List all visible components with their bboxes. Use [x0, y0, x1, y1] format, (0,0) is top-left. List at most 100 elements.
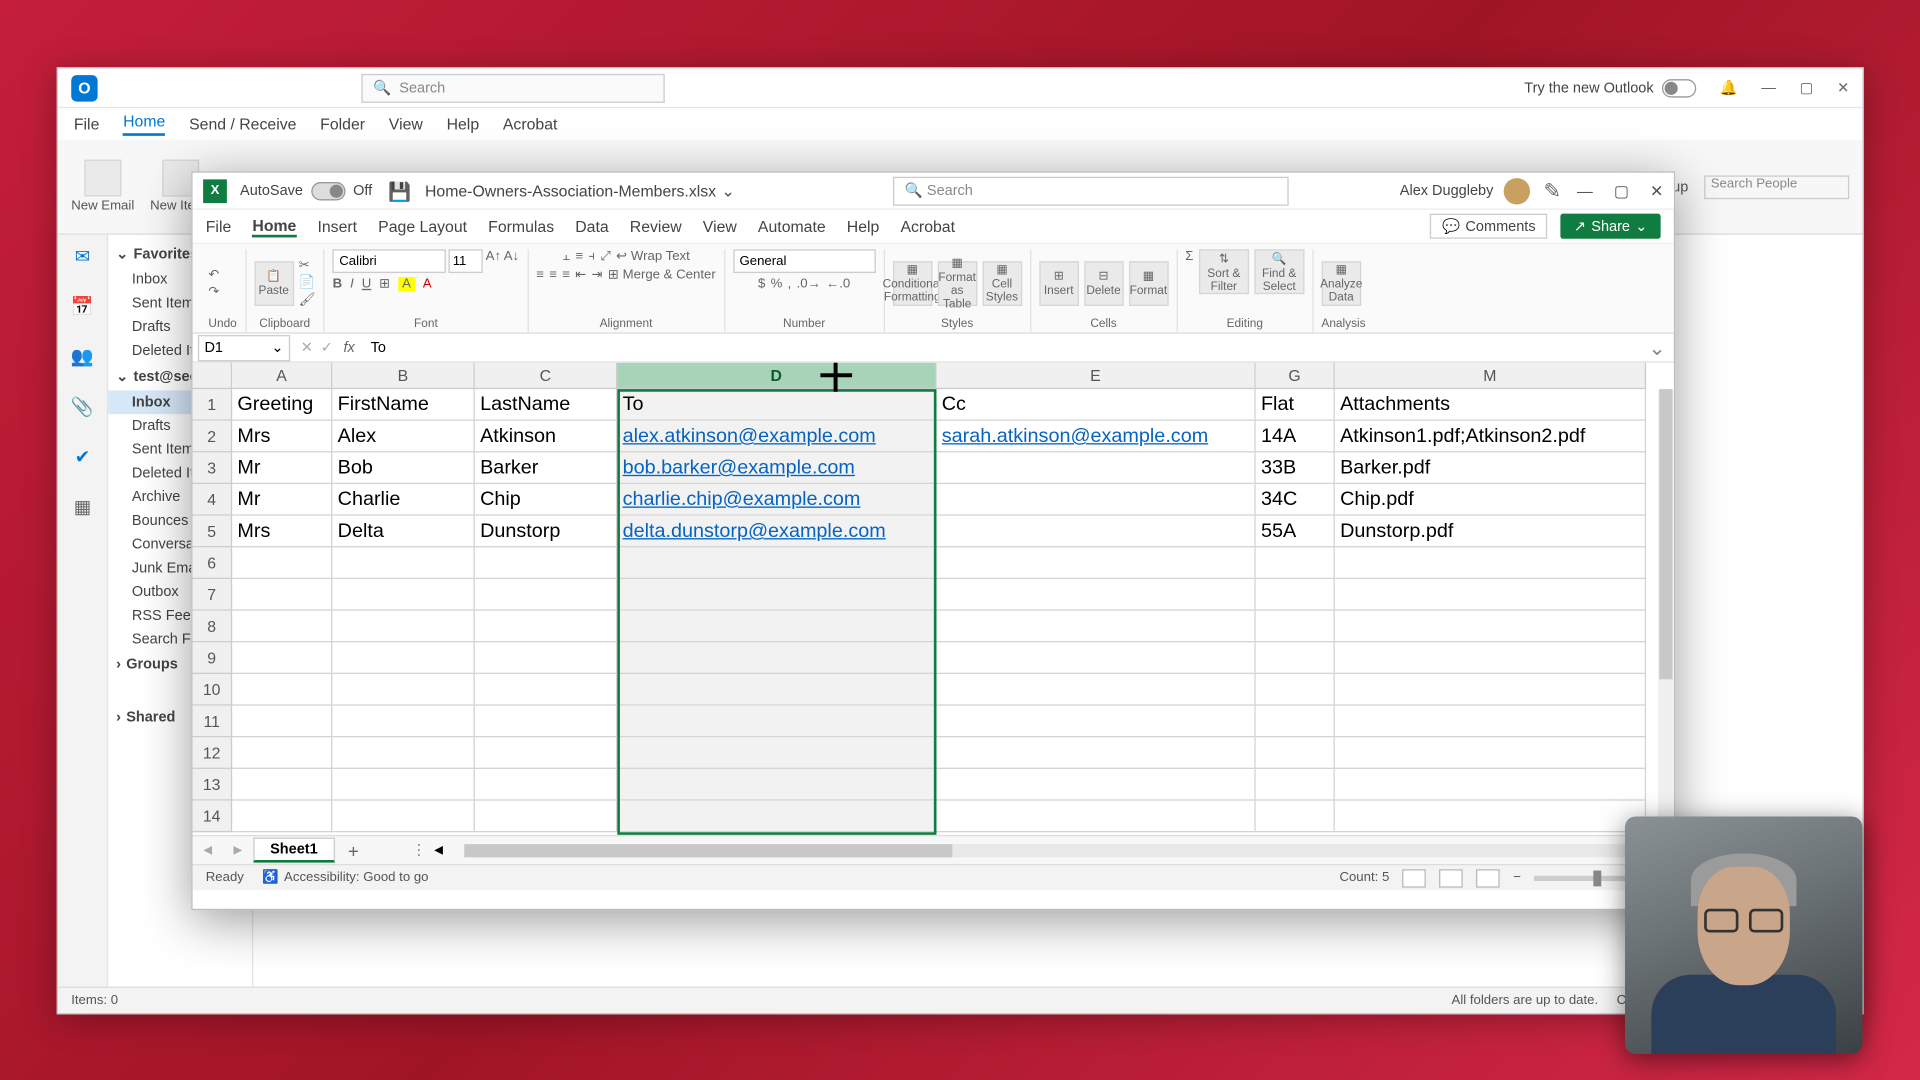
cell-A8[interactable]	[232, 611, 332, 643]
cell-G6[interactable]	[1256, 547, 1335, 579]
cell-B6[interactable]	[332, 547, 474, 579]
cell-E2[interactable]: sarah.atkinson@example.com	[936, 421, 1255, 453]
cell-B2[interactable]: Alex	[332, 421, 474, 453]
cell-C3[interactable]: Barker	[475, 452, 617, 484]
cell-M11[interactable]	[1335, 706, 1646, 738]
autosave-toggle[interactable]: AutoSave Off	[240, 181, 372, 199]
cell-G10[interactable]	[1256, 674, 1335, 706]
prev-sheet-icon[interactable]: ◄	[193, 842, 223, 858]
menu-insert[interactable]: Insert	[317, 217, 357, 235]
cell-B9[interactable]	[332, 642, 474, 674]
cell-B7[interactable]	[332, 579, 474, 611]
hscroll-left-icon[interactable]: ◄	[426, 842, 451, 858]
row-header[interactable]: 13	[193, 769, 233, 801]
cell-C7[interactable]	[475, 579, 617, 611]
italic-button[interactable]: I	[350, 277, 354, 292]
cell-A12[interactable]	[232, 737, 332, 769]
cell-A1[interactable]: Greeting	[232, 389, 332, 421]
cell-M1[interactable]: Attachments	[1335, 389, 1646, 421]
cell-E3[interactable]	[936, 452, 1255, 484]
cell-M5[interactable]: Dunstorp.pdf	[1335, 516, 1646, 548]
align-mid-icon[interactable]: ≡	[575, 249, 583, 264]
cell-E9[interactable]	[936, 642, 1255, 674]
cell-A11[interactable]	[232, 706, 332, 738]
sheet-tab-sheet1[interactable]: Sheet1	[253, 838, 335, 863]
cell-B3[interactable]: Bob	[332, 452, 474, 484]
cell-C11[interactable]	[475, 706, 617, 738]
row-header[interactable]: 9	[193, 642, 233, 674]
cell-styles-button[interactable]: ▦Cell Styles	[982, 261, 1022, 306]
row-header[interactable]: 1	[193, 389, 233, 421]
menu-pagelayout[interactable]: Page Layout	[378, 217, 467, 235]
new-email-button[interactable]: New Email	[71, 160, 134, 214]
wrap-text-button[interactable]: ↩ Wrap Text	[616, 249, 690, 264]
excel-search-input[interactable]: 🔍 Search	[893, 176, 1289, 205]
cell-E12[interactable]	[936, 737, 1255, 769]
next-sheet-icon[interactable]: ►	[223, 842, 253, 858]
page-break-view-icon[interactable]	[1476, 869, 1500, 887]
menu-folder[interactable]: Folder	[320, 115, 365, 133]
menu-formulas[interactable]: Formulas	[488, 217, 554, 235]
comments-button[interactable]: 💬Comments	[1430, 214, 1547, 239]
page-layout-view-icon[interactable]	[1439, 869, 1463, 887]
font-name-select[interactable]	[333, 249, 446, 273]
cell-B12[interactable]	[332, 737, 474, 769]
row-header[interactable]: 7	[193, 579, 233, 611]
try-new-outlook-toggle[interactable]: Try the new Outlook	[1524, 78, 1696, 96]
menu-acrobat[interactable]: Acrobat	[503, 115, 558, 133]
fx-icon[interactable]: fx	[344, 340, 363, 356]
more-rail-icon[interactable]: ▦	[69, 493, 95, 519]
cell-C1[interactable]: LastName	[475, 389, 617, 421]
cell-C10[interactable]	[475, 674, 617, 706]
bold-button[interactable]: B	[333, 277, 343, 292]
delete-cells-button[interactable]: ⊟Delete	[1084, 261, 1124, 306]
cell-D13[interactable]	[617, 769, 936, 801]
cell-C12[interactable]	[475, 737, 617, 769]
cell-G1[interactable]: Flat	[1256, 389, 1335, 421]
cell-E8[interactable]	[936, 611, 1255, 643]
search-people-input[interactable]: Search People	[1704, 175, 1849, 199]
cell-A13[interactable]	[232, 769, 332, 801]
scrollbar-thumb[interactable]	[464, 844, 952, 857]
col-header-M[interactable]: M	[1335, 363, 1646, 389]
merge-button[interactable]: ⊞ Merge & Center	[608, 268, 716, 283]
format-table-button[interactable]: ▦Format as Table	[937, 261, 977, 306]
format-painter-icon[interactable]: 🖌	[299, 293, 316, 308]
cell-C14[interactable]	[475, 801, 617, 833]
cell-D9[interactable]	[617, 642, 936, 674]
cell-M12[interactable]	[1335, 737, 1646, 769]
cell-A9[interactable]	[232, 642, 332, 674]
menu-review[interactable]: Review	[630, 217, 682, 235]
formula-input[interactable]: To	[363, 340, 1648, 356]
cell-G9[interactable]	[1256, 642, 1335, 674]
row-header[interactable]: 8	[193, 611, 233, 643]
cell-G13[interactable]	[1256, 769, 1335, 801]
align-left-icon[interactable]: ≡	[536, 268, 544, 283]
insert-cells-button[interactable]: ⊞Insert	[1039, 261, 1079, 306]
cell-B4[interactable]: Charlie	[332, 484, 474, 516]
row-header[interactable]: 3	[193, 452, 233, 484]
cell-D4[interactable]: charlie.chip@example.com	[617, 484, 936, 516]
border-icon[interactable]: ⊞	[379, 277, 390, 292]
select-all-corner[interactable]	[193, 363, 233, 389]
percent-icon[interactable]: %	[771, 277, 783, 292]
cell-E5[interactable]	[936, 516, 1255, 548]
orient-icon[interactable]: ⤢	[600, 249, 611, 264]
maximize-icon[interactable]: ▢	[1800, 79, 1814, 96]
outlook-search-input[interactable]: 🔍 Search	[361, 73, 664, 102]
redo-icon[interactable]: ↷	[208, 284, 219, 299]
save-icon[interactable]: 💾	[388, 180, 409, 201]
filename-label[interactable]: Home-Owners-Association-Members.xlsx ⌄	[425, 181, 735, 199]
files-rail-icon[interactable]: 📎	[69, 393, 95, 419]
currency-icon[interactable]: $	[758, 277, 765, 292]
menu-file[interactable]: File	[206, 217, 232, 235]
cell-G12[interactable]	[1256, 737, 1335, 769]
enter-formula-icon[interactable]: ✓	[321, 339, 333, 356]
vertical-scrollbar[interactable]	[1658, 389, 1674, 835]
menu-file[interactable]: File	[74, 115, 100, 133]
cell-E10[interactable]	[936, 674, 1255, 706]
col-header-E[interactable]: E	[936, 363, 1255, 389]
cell-E14[interactable]	[936, 801, 1255, 833]
cell-M4[interactable]: Chip.pdf	[1335, 484, 1646, 516]
menu-view[interactable]: View	[389, 115, 423, 133]
